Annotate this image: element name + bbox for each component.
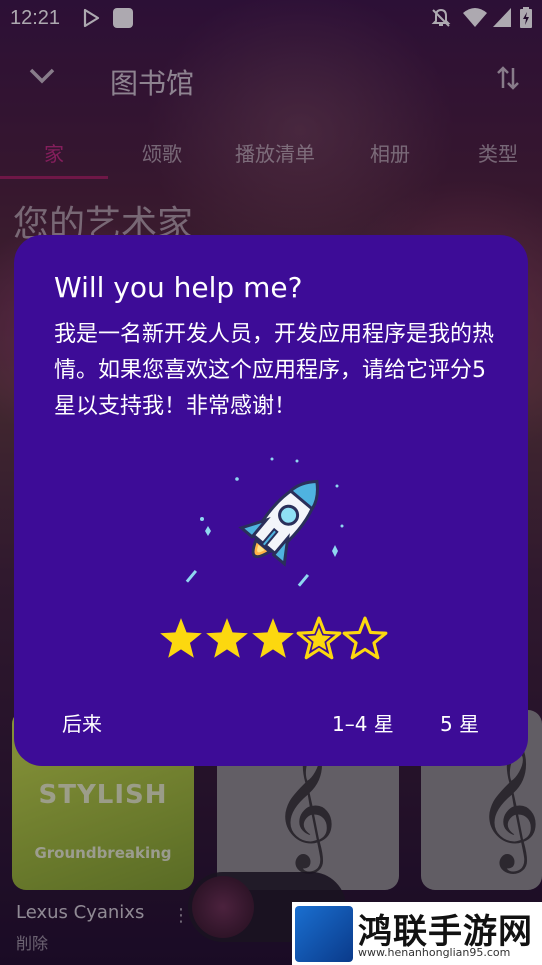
watermark-logo	[295, 906, 353, 962]
later-button[interactable]: 后来	[62, 708, 102, 737]
watermark: 鸿联手游网 www.henanhonglian95.com	[292, 902, 542, 965]
rate-high-button[interactable]: 5 星	[440, 708, 479, 737]
dialog-title: Will you help me?	[54, 271, 303, 304]
rating-star-4-icon[interactable]	[296, 615, 342, 669]
rating-star-2-icon[interactable]	[204, 615, 250, 669]
dialog-message: 我是一名新开发人员，开发应用程序是我的热情。如果您喜欢这个应用程序，请给它评分5…	[54, 322, 495, 419]
rating-star-1-icon[interactable]	[158, 615, 204, 669]
rating-star-5-icon[interactable]	[342, 615, 388, 669]
rating-bar[interactable]	[158, 615, 398, 669]
watermark-url: www.henanhonglian95.com	[358, 946, 511, 959]
rocket-illustration	[182, 451, 362, 605]
rate-dialog: Will you help me? 我是一名新开发人员，开发应用程序是我的热情。…	[14, 235, 528, 766]
rate-low-button[interactable]: 1–4 星	[332, 708, 394, 737]
rating-star-3-icon[interactable]	[250, 615, 296, 669]
